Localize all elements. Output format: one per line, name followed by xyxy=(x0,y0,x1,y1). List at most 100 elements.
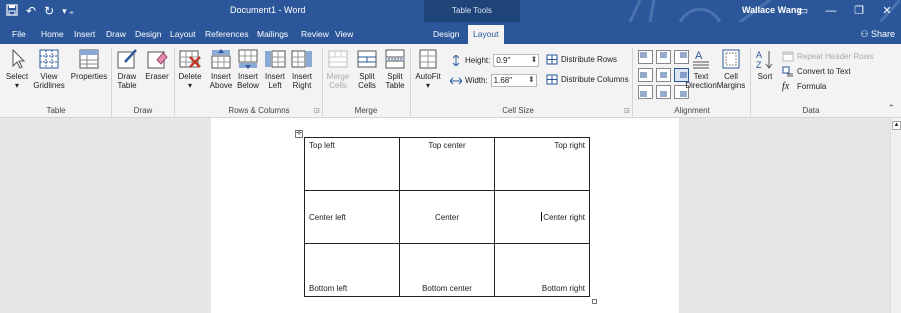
distribute-columns-label: Distribute Columns xyxy=(561,75,629,84)
view-gridlines-button[interactable]: View Gridlines xyxy=(30,48,68,90)
insert-above-icon xyxy=(211,49,231,69)
table-resize-handle[interactable] xyxy=(592,299,597,304)
tab-view[interactable]: View xyxy=(330,25,358,44)
align-top-center-icon[interactable] xyxy=(656,50,671,64)
text-direction-button[interactable]: A Text Direction xyxy=(682,48,720,90)
insert-below-button[interactable]: Insert Below xyxy=(235,48,261,90)
close-icon[interactable]: ✕ xyxy=(873,0,901,22)
scroll-up-icon[interactable]: ▲ xyxy=(892,121,901,130)
height-control: Height: 0.9" xyxy=(450,54,540,67)
table-cell[interactable]: Bottom left xyxy=(304,243,400,297)
undo-icon[interactable]: ↶ xyxy=(26,3,36,21)
table-cell[interactable]: Top right xyxy=(494,137,590,191)
draw-table-button[interactable]: Draw Table xyxy=(114,48,140,90)
vertical-scrollbar[interactable]: ▲ xyxy=(890,118,901,313)
autofit-button[interactable]: AutoFit ▾ xyxy=(413,48,443,90)
tab-table-design[interactable]: Design xyxy=(428,25,464,44)
ribbon-display-icon[interactable]: ▭ xyxy=(789,0,817,22)
delete-button[interactable]: Delete ▾ xyxy=(176,48,204,90)
tab-file[interactable]: File xyxy=(7,25,31,44)
align-center-left-icon[interactable] xyxy=(638,67,653,82)
restore-icon[interactable]: ❐ xyxy=(845,0,873,22)
tab-table-layout[interactable]: Layout xyxy=(468,25,504,44)
share-button[interactable]: ⚇ Share xyxy=(860,25,895,44)
convert-to-text-icon xyxy=(782,66,793,77)
tab-draw[interactable]: Draw xyxy=(101,25,131,44)
formula-button[interactable]: fx Formula xyxy=(782,81,826,92)
split-table-icon xyxy=(385,49,405,69)
insert-left-label-1: Insert xyxy=(264,72,285,81)
split-cells-label-2: Cells xyxy=(358,81,376,90)
tab-insert[interactable]: Insert xyxy=(69,25,100,44)
align-top-left-icon[interactable] xyxy=(638,50,653,64)
merge-cells-icon xyxy=(328,50,348,68)
autofit-icon xyxy=(419,49,437,69)
select-label: Select xyxy=(5,72,29,81)
table-cell[interactable]: Top left xyxy=(304,137,400,191)
redo-icon[interactable]: ↻ xyxy=(44,3,54,21)
split-cells-button[interactable]: Split Cells xyxy=(354,48,380,90)
tab-design[interactable]: Design xyxy=(130,25,166,44)
repeat-header-rows-button[interactable]: Repeat Header Rows xyxy=(782,51,873,62)
table-tools-context-label: Table Tools xyxy=(424,0,520,22)
eraser-label: Eraser xyxy=(145,72,169,81)
group-label-draw: Draw xyxy=(133,106,153,115)
table-cell-active[interactable]: Center right xyxy=(494,190,590,244)
tab-references[interactable]: References xyxy=(200,25,253,44)
table-row: Center left Center Center right xyxy=(304,190,590,244)
distribute-columns-button[interactable]: Distribute Columns xyxy=(546,74,629,85)
save-icon[interactable] xyxy=(6,3,18,21)
cursor-icon xyxy=(12,48,26,69)
insert-right-label-2: Right xyxy=(292,81,312,90)
table-move-handle-icon[interactable]: ✛ xyxy=(295,130,303,138)
table-cell[interactable]: Bottom right xyxy=(494,243,590,297)
document-table: Top left Top center Top right Center lef… xyxy=(304,137,590,297)
svg-text:A: A xyxy=(756,50,762,60)
table-cell[interactable]: Bottom center xyxy=(399,243,495,297)
insert-above-button[interactable]: Insert Above xyxy=(208,48,234,90)
table-cell[interactable]: Top center xyxy=(399,137,495,191)
align-bottom-left-icon[interactable] xyxy=(638,85,653,100)
group-separator xyxy=(322,48,323,116)
autofit-label: AutoFit xyxy=(415,72,441,81)
split-table-label-2: Table xyxy=(385,81,405,90)
split-table-button[interactable]: Split Table xyxy=(382,48,408,90)
text-direction-label-2: Direction xyxy=(685,81,717,90)
cell-size-dialog-launcher-icon[interactable]: ◲ xyxy=(624,107,630,114)
delete-table-icon xyxy=(179,50,201,68)
ribbon-tabs: File Home Insert Draw Design Layout Refe… xyxy=(0,22,901,44)
sort-button[interactable]: AZ Sort xyxy=(753,48,777,81)
row-height-icon xyxy=(452,55,460,66)
align-center-icon[interactable] xyxy=(656,67,671,82)
properties-button[interactable]: Properties xyxy=(70,48,108,81)
height-input[interactable]: 0.9" xyxy=(493,54,540,67)
tab-review[interactable]: Review xyxy=(296,25,334,44)
group-label-alignment: Alignment xyxy=(674,106,710,115)
text-direction-icon: A xyxy=(693,50,709,69)
cell-margins-label-2: Margins xyxy=(716,81,746,90)
convert-to-text-button[interactable]: Convert to Text xyxy=(782,66,851,77)
tab-home[interactable]: Home xyxy=(36,25,69,44)
eraser-button[interactable]: Eraser xyxy=(142,48,172,81)
customize-icon[interactable]: ▾ ₌ xyxy=(62,3,74,21)
table-cell[interactable]: Center left xyxy=(304,190,400,244)
minimize-icon[interactable]: — xyxy=(817,0,845,22)
distribute-rows-icon xyxy=(546,54,558,65)
width-input[interactable]: 1.68" xyxy=(490,74,537,87)
insert-right-button[interactable]: Insert Right xyxy=(289,48,315,90)
merge-cells-button[interactable]: Merge Cells xyxy=(325,48,351,90)
split-cells-icon xyxy=(357,50,377,68)
insert-left-button[interactable]: Insert Left xyxy=(262,48,288,90)
tab-layout[interactable]: Layout xyxy=(165,25,201,44)
group-separator xyxy=(410,48,411,116)
distribute-rows-button[interactable]: Distribute Rows xyxy=(546,54,617,65)
table-cell-text: Center right xyxy=(543,213,585,222)
view-gridlines-label-1: View xyxy=(40,72,58,81)
collapse-ribbon-icon[interactable]: ⌃ xyxy=(887,103,895,114)
align-bottom-center-icon[interactable] xyxy=(656,85,671,100)
select-button[interactable]: Select ▾ xyxy=(4,48,30,90)
cell-margins-button[interactable]: Cell Margins xyxy=(716,48,746,90)
table-cell[interactable]: Center xyxy=(399,190,495,244)
rows-columns-dialog-launcher-icon[interactable]: ◲ xyxy=(314,107,320,114)
tab-mailings[interactable]: Mailings xyxy=(252,25,293,44)
